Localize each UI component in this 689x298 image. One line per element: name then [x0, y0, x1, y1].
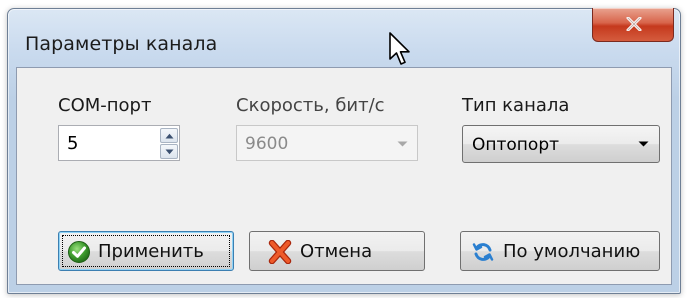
chevron-up-icon: [165, 133, 174, 139]
mouse-pointer-icon: [389, 32, 410, 65]
title-bar[interactable]: Параметры канала: [8, 8, 680, 65]
channel-type-select[interactable]: Оптопорт: [462, 125, 660, 163]
spin-up-button[interactable]: [160, 128, 178, 143]
defaults-button[interactable]: По умолчанию: [460, 231, 660, 271]
check-icon: [68, 241, 90, 263]
chevron-down-icon: [165, 149, 174, 155]
chevron-down-icon: [397, 141, 408, 147]
dialog-window: Параметры канала COM-порт 5 Скорость, би…: [7, 8, 681, 294]
close-icon: [626, 17, 642, 31]
apply-button[interactable]: Применить: [58, 231, 234, 271]
refresh-icon: [472, 243, 494, 261]
speed-select[interactable]: 9600: [236, 125, 418, 161]
apply-button-label: Применить: [98, 241, 204, 262]
com-port-value[interactable]: 5: [67, 133, 78, 154]
close-button[interactable]: [592, 8, 674, 42]
x-icon: [268, 240, 292, 264]
speed-label: Скорость, бит/с: [236, 95, 385, 116]
channel-type-value: Оптопорт: [472, 135, 560, 155]
speed-value: 9600: [245, 134, 289, 154]
com-port-stepper[interactable]: 5: [58, 125, 180, 161]
com-port-label: COM-порт: [58, 95, 152, 116]
spin-down-button[interactable]: [160, 144, 178, 159]
dialog-body: COM-порт 5 Скорость, бит/с 9600 Тип кана…: [16, 67, 672, 285]
window-title: Параметры канала: [25, 33, 218, 55]
chevron-down-icon: [638, 141, 649, 147]
cancel-button-label: Отмена: [300, 241, 373, 262]
defaults-button-label: По умолчанию: [503, 241, 641, 262]
cancel-button[interactable]: Отмена: [249, 231, 425, 271]
channel-type-label: Тип канала: [462, 95, 570, 116]
